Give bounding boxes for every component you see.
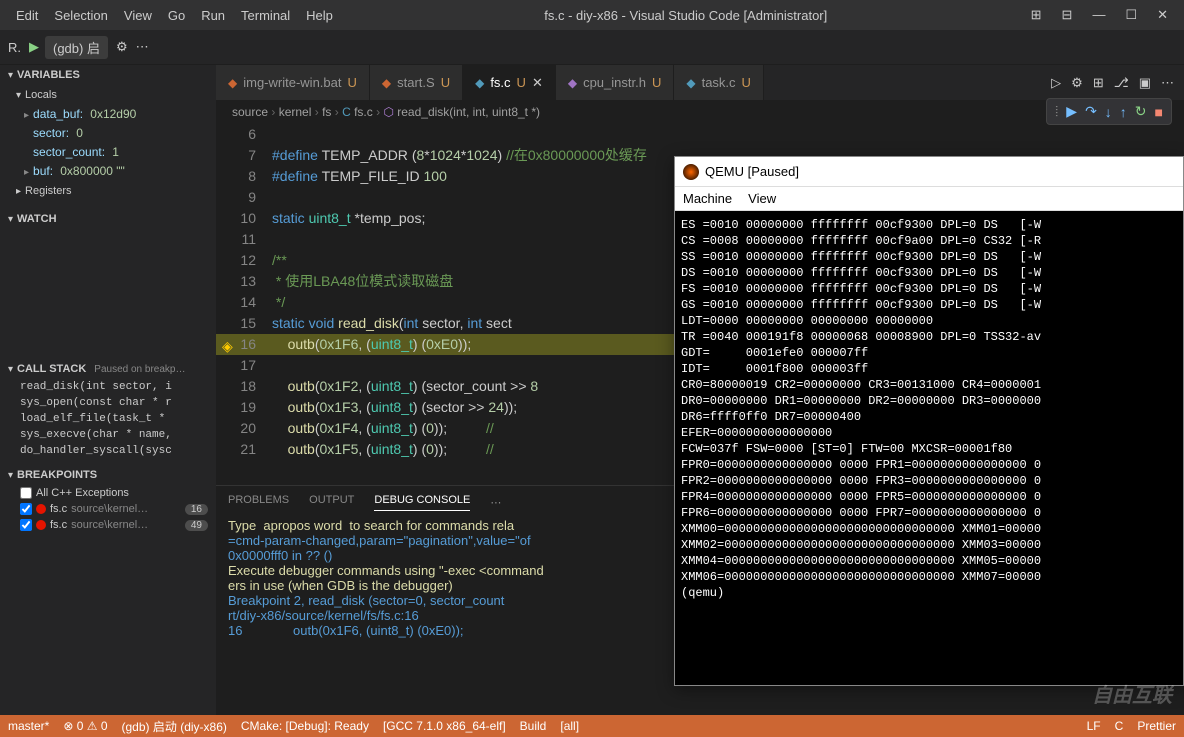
step-out-icon[interactable]: ↑ xyxy=(1120,104,1127,120)
tab-img-write-win.bat[interactable]: ◆img-write-win.batU xyxy=(216,65,370,100)
stack-frame[interactable]: sys_execve(char * name, xyxy=(0,427,216,443)
maximize-icon[interactable]: ☐ xyxy=(1125,7,1137,23)
menu-view[interactable]: View xyxy=(116,8,160,23)
tabs: ◆img-write-win.batU◆start.SU◆fs.cU✕◆cpu_… xyxy=(216,65,1184,100)
minimize-icon[interactable]: — xyxy=(1092,7,1105,23)
registers-header[interactable]: ▸Registers xyxy=(0,181,216,201)
tab-start.S[interactable]: ◆start.SU xyxy=(370,65,463,100)
stack-frame[interactable]: do_handler_syscall(sysc xyxy=(0,443,216,459)
qemu-titlebar[interactable]: QEMU [Paused] xyxy=(675,157,1183,187)
status-item[interactable]: master* xyxy=(8,719,49,733)
panel-tab-problems[interactable]: PROBLEMS xyxy=(228,494,289,511)
gear-icon[interactable]: ⚙ xyxy=(116,39,128,55)
step-over-icon[interactable]: ↷ xyxy=(1085,103,1097,120)
menubar: EditSelectionViewGoRunTerminalHelp fs.c … xyxy=(0,0,1184,30)
status-item[interactable]: [GCC 7.1.0 x86_64-elf] xyxy=(383,719,506,733)
tab-cpu_instr.h[interactable]: ◆cpu_instr.hU xyxy=(556,65,675,100)
stack-frame[interactable]: sys_open(const char * r xyxy=(0,395,216,411)
panel-tab-debug console[interactable]: DEBUG CONSOLE xyxy=(374,494,470,511)
variables-header[interactable]: ▾VARIABLES xyxy=(0,65,216,85)
breadcrumb-item[interactable]: ⬡ read_disk(int, int, uint8_t *) xyxy=(383,105,540,119)
menu-help[interactable]: Help xyxy=(298,8,341,23)
statusbar: master* ⊗ 0 ⚠ 0 (gdb) 启动 (diy-x86) CMake: [… xyxy=(0,715,1184,737)
breakpoints-header[interactable]: ▾BREAKPOINTS xyxy=(0,465,216,485)
qemu-window: QEMU [Paused] Machine View ES =0010 0000… xyxy=(674,156,1184,686)
breadcrumb-item[interactable]: source xyxy=(232,105,268,119)
qemu-menubar: Machine View xyxy=(675,187,1183,211)
stop-icon[interactable]: ■ xyxy=(1155,104,1163,120)
breadcrumb-item[interactable]: C fs.c xyxy=(342,105,373,119)
breakpoint-item[interactable]: fs.c source\kernel…16 xyxy=(0,501,216,517)
menu-terminal[interactable]: Terminal xyxy=(233,8,298,23)
menu-edit[interactable]: Edit xyxy=(8,8,46,23)
more-icon[interactable]: ⋯ xyxy=(490,496,501,509)
menu-run[interactable]: Run xyxy=(193,8,233,23)
watch-header[interactable]: ▾WATCH xyxy=(0,209,216,229)
git-icon[interactable]: ⎇ xyxy=(1114,75,1129,91)
window-controls: ⊞ ⊟ — ☐ ✕ xyxy=(1031,7,1176,23)
menu-selection[interactable]: Selection xyxy=(46,8,115,23)
status-item[interactable]: [all] xyxy=(560,719,579,733)
continue-icon[interactable]: ▶ xyxy=(1066,103,1077,120)
variable-item[interactable]: ▸sector: 0 xyxy=(0,124,216,143)
tab-actions: ▷ ⚙ ⊞ ⎇ ▣ ⋯ xyxy=(1041,65,1184,100)
split-icon[interactable]: ⊞ xyxy=(1093,75,1104,91)
layout-icon[interactable]: ▣ xyxy=(1139,75,1151,91)
code-line[interactable]: 6 xyxy=(216,124,1184,145)
run-label: R. xyxy=(8,40,21,55)
qemu-menu-machine[interactable]: Machine xyxy=(683,191,732,206)
stack-frame[interactable]: read_disk(int sector, i xyxy=(0,379,216,395)
status-item[interactable]: (gdb) 启动 (diy-x86) xyxy=(122,718,227,735)
variable-item[interactable]: ▸data_buf: 0x12d90 xyxy=(0,105,216,124)
callstack-header[interactable]: ▾CALL STACKPaused on breakp… xyxy=(0,359,216,379)
qemu-menu-view[interactable]: View xyxy=(748,191,776,206)
qemu-screen: ES =0010 00000000 ffffffff 00cf9300 DPL=… xyxy=(675,211,1183,685)
tab-task.c[interactable]: ◆task.cU xyxy=(674,65,764,100)
status-item[interactable]: Build xyxy=(520,719,547,733)
breadcrumb-item[interactable]: fs xyxy=(322,105,331,119)
menu-go[interactable]: Go xyxy=(160,8,193,23)
more-icon[interactable]: ⋯ xyxy=(1161,75,1174,91)
breakpoint-item[interactable]: fs.c source\kernel…49 xyxy=(0,517,216,533)
more-icon[interactable]: ⋯ xyxy=(136,39,149,55)
variable-item[interactable]: ▸sector_count: 1 xyxy=(0,143,216,162)
breadcrumb[interactable]: source › kernel › fs › C fs.c › ⬡ read_d… xyxy=(216,100,1184,124)
breadcrumb-item[interactable]: kernel xyxy=(279,105,312,119)
variable-item[interactable]: ▸buf: 0x800000 "" xyxy=(0,162,216,181)
debug-floating-toolbar: ⦙ ▶ ↷ ↓ ↑ ↻ ■ xyxy=(1046,98,1172,125)
debug-run-toolbar: R. ▶ (gdb) 启 ⚙ ⋯ xyxy=(0,30,1184,65)
step-into-icon[interactable]: ↓ xyxy=(1105,104,1112,120)
debug-icon[interactable]: ▷ xyxy=(1051,75,1061,91)
layout-icon[interactable]: ⊟ xyxy=(1062,7,1073,23)
locals-header[interactable]: ▾Locals xyxy=(0,85,216,105)
debug-config[interactable]: (gdb) 启 xyxy=(45,36,108,59)
breakpoint-allcpp[interactable]: All C++ Exceptions xyxy=(0,485,216,501)
status-item[interactable]: C xyxy=(1115,719,1124,733)
panel-tab-output[interactable]: OUTPUT xyxy=(309,494,354,511)
qemu-icon xyxy=(683,164,699,180)
checkbox[interactable] xyxy=(20,487,32,499)
gear-icon[interactable]: ⚙ xyxy=(1071,75,1083,91)
window-title: fs.c - diy-x86 - Visual Studio Code [Adm… xyxy=(341,8,1031,23)
status-item[interactable]: LF xyxy=(1087,719,1101,733)
status-item[interactable]: CMake: [Debug]: Ready xyxy=(241,719,369,733)
tab-fs.c[interactable]: ◆fs.cU✕ xyxy=(463,65,556,100)
status-item[interactable]: ⊗ 0 ⚠ 0 xyxy=(63,719,107,733)
layout-icon[interactable]: ⊞ xyxy=(1031,7,1042,23)
close-icon[interactable]: ✕ xyxy=(1157,7,1168,23)
stack-frame[interactable]: load_elf_file(task_t * xyxy=(0,411,216,427)
grip-icon[interactable]: ⦙ xyxy=(1055,103,1058,120)
sidebar: ▾VARIABLES ▾Locals ▸data_buf: 0x12d90 ▸s… xyxy=(0,65,216,715)
restart-icon[interactable]: ↻ xyxy=(1135,103,1147,120)
status-item[interactable]: Prettier xyxy=(1137,719,1176,733)
play-icon[interactable]: ▶ xyxy=(29,39,39,55)
